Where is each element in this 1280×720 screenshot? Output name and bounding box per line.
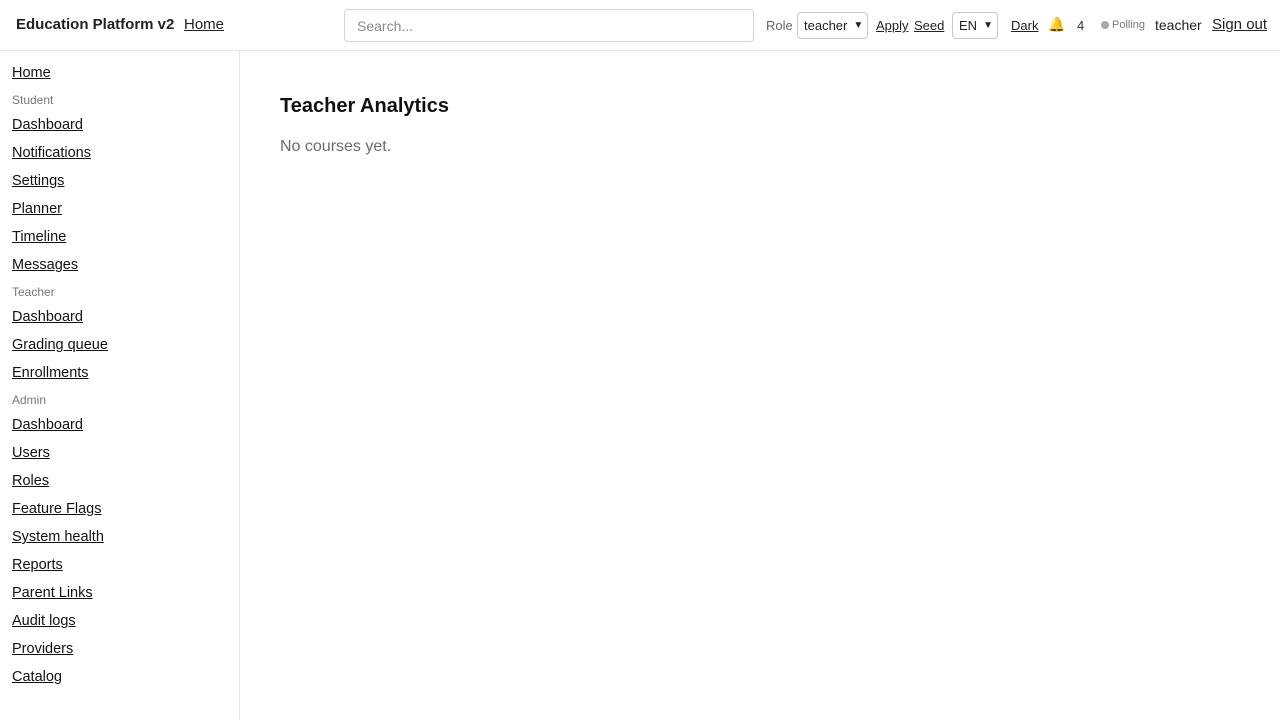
sidebar-item-feature-flags[interactable]: Feature Flags (12, 501, 101, 517)
bell-icon[interactable]: 🔔 (1048, 16, 1065, 33)
sidebar-item-notifications[interactable]: Notifications (12, 145, 91, 161)
apply-role-button[interactable]: Apply (876, 18, 909, 33)
status-dot-icon (1101, 21, 1109, 29)
sidebar-item-enrollments[interactable]: Enrollments (12, 365, 89, 381)
polling-status: Polling (1112, 19, 1146, 31)
sidebar-item-teacher-dashboard[interactable]: Dashboard (12, 309, 83, 325)
empty-state-message: No courses yet. (280, 138, 392, 155)
chevron-down-icon: ▼ (853, 20, 864, 31)
sidebar-item-timeline[interactable]: Timeline (12, 229, 66, 245)
sidebar-item-system-health[interactable]: System health (12, 529, 104, 545)
role-select[interactable]: teacher ▼ (797, 12, 868, 39)
sidebar-item-roles[interactable]: Roles (12, 473, 49, 489)
chevron-down-icon: ▼ (983, 20, 993, 31)
sidebar-item-reports[interactable]: Reports (12, 557, 63, 573)
header-home-link[interactable]: Home (184, 16, 224, 33)
search-input[interactable] (344, 9, 754, 42)
seed-button[interactable]: Seed (914, 18, 944, 33)
sidebar-item-parent-links[interactable]: Parent Links (12, 585, 93, 601)
role-select-value: teacher (804, 18, 848, 33)
sidebar-item-admin-dashboard[interactable]: Dashboard (12, 417, 83, 433)
language-select-value: EN (959, 18, 978, 33)
sidebar-item-audit-logs[interactable]: Audit logs (12, 613, 76, 629)
role-label: Role (766, 18, 793, 33)
sidebar-item-catalog[interactable]: Catalog (12, 669, 62, 685)
sidebar-item-grading-queue[interactable]: Grading queue (12, 337, 108, 353)
sidebar-item-providers[interactable]: Providers (12, 641, 73, 657)
sidebar-item-home[interactable]: Home (12, 65, 51, 81)
sidebar-item-settings[interactable]: Settings (12, 173, 64, 189)
app-title: Education Platform v2 (16, 16, 175, 33)
notification-count: 4 (1077, 18, 1085, 33)
sidebar-item-planner[interactable]: Planner (12, 201, 62, 217)
sidebar-section-admin: Admin (12, 393, 47, 407)
sidebar: Home Student Dashboard Notifications Set… (0, 51, 240, 720)
title-separator: · (167, 17, 171, 31)
sidebar-section-teacher: Teacher (12, 285, 55, 299)
sidebar-item-student-dashboard[interactable]: Dashboard (12, 117, 83, 133)
current-user: teacher (1155, 17, 1202, 33)
dark-mode-toggle[interactable]: Dark (1011, 18, 1038, 33)
sidebar-item-messages[interactable]: Messages (12, 257, 78, 273)
page-title: Teacher Analytics (280, 95, 449, 117)
sidebar-item-users[interactable]: Users (12, 445, 50, 461)
sign-out-link[interactable]: Sign out (1212, 16, 1267, 33)
sidebar-section-student: Student (12, 93, 54, 107)
main-content: Teacher Analytics No courses yet. (241, 51, 1280, 720)
top-bar: Education Platform v2 · Home Role teache… (0, 0, 1280, 51)
language-select[interactable]: EN ▼ (952, 12, 998, 39)
